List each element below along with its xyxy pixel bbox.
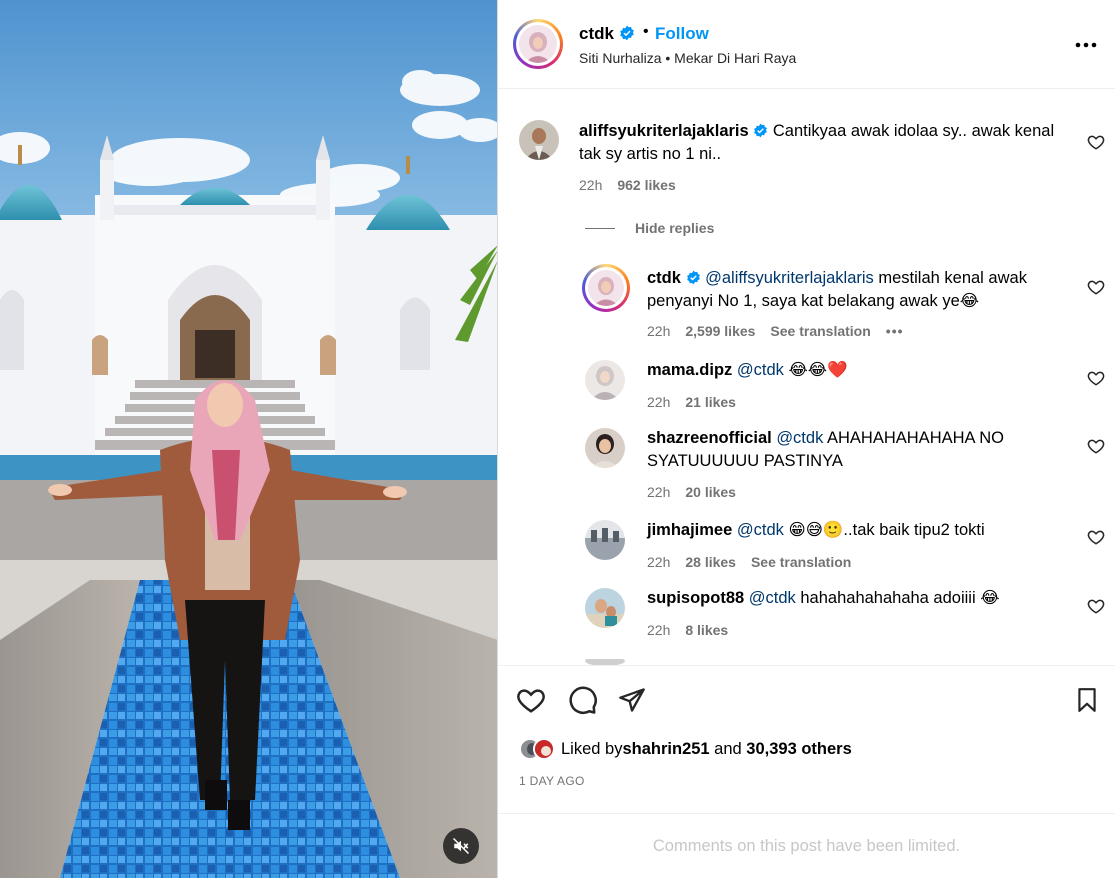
reply-mention[interactable]: @ctdk: [776, 429, 823, 447]
reply-time[interactable]: 22h: [647, 323, 670, 339]
reply-time[interactable]: 22h: [647, 484, 670, 500]
post-time[interactable]: 1 DAY AGO: [519, 774, 585, 788]
instagram-post: ctdk • Follow Siti Nurhaliza • Mekar Di …: [0, 0, 1115, 878]
comment-likes[interactable]: 962 likes: [617, 177, 675, 193]
see-translation-link[interactable]: See translation: [751, 554, 851, 570]
post-media[interactable]: [0, 0, 498, 878]
author-avatar[interactable]: [513, 19, 563, 69]
save-button[interactable]: [1071, 684, 1103, 716]
reply-username[interactable]: shazreenofficial: [647, 429, 772, 447]
comment-icon: [569, 686, 597, 715]
liked-by-prefix: Liked by: [561, 739, 623, 758]
more-options-button[interactable]: [1074, 33, 1098, 57]
reply-likes[interactable]: 8 likes: [685, 622, 728, 638]
liked-by-user[interactable]: shahrin251: [622, 740, 709, 759]
liked-by-and: and: [709, 739, 747, 758]
send-icon: [619, 688, 645, 712]
mute-button[interactable]: [443, 828, 479, 864]
commenter-avatar[interactable]: [585, 588, 625, 628]
verified-badge-icon: [686, 270, 700, 285]
speaker-muted-icon: [452, 837, 470, 855]
post-actions: Liked by shahrin251 and 30,393 others 1 …: [498, 665, 1115, 813]
comment-heart-icon[interactable]: [1087, 597, 1105, 615]
reply-text: 😁😅🙂..tak baik tipu2 tokti: [783, 521, 985, 539]
reply-likes[interactable]: 2,599 likes: [685, 323, 755, 339]
reply-mention[interactable]: @ctdk: [749, 589, 796, 607]
reply-time[interactable]: 22h: [647, 622, 670, 638]
reply-likes[interactable]: 28 likes: [685, 554, 736, 570]
commenter-avatar[interactable]: [585, 428, 625, 468]
commenter-avatar[interactable]: [582, 264, 630, 312]
reply-username[interactable]: supisopot88: [647, 589, 744, 607]
bookmark-icon: [1078, 688, 1096, 712]
reply-more-button[interactable]: •••: [886, 323, 904, 339]
reply-mention[interactable]: @ctdk: [737, 361, 784, 379]
reply-username[interactable]: ctdk: [647, 269, 681, 287]
commenter-avatar[interactable]: [585, 656, 625, 665]
reply-text: hahahahahahaha adoiiii 😂: [795, 589, 1000, 607]
post-sidebar: ctdk • Follow Siti Nurhaliza • Mekar Di …: [498, 0, 1115, 878]
heart-icon: [517, 689, 545, 713]
header-separator: •: [643, 23, 649, 40]
see-translation-link[interactable]: See translation: [770, 323, 870, 339]
reply-mention[interactable]: @ctdk: [737, 521, 784, 539]
reply-username[interactable]: mama.dipz: [647, 361, 732, 379]
comment-heart-icon[interactable]: [1087, 133, 1105, 151]
post-photo: [0, 0, 497, 878]
reply-time[interactable]: 22h: [647, 554, 670, 570]
verified-badge-icon: [754, 123, 768, 138]
like-button[interactable]: [515, 684, 547, 716]
hide-replies-label: Hide replies: [635, 220, 715, 236]
comments-limited-notice: Comments on this post have been limited.: [498, 813, 1115, 878]
commenter-avatar[interactable]: [519, 120, 559, 160]
comment-heart-icon[interactable]: [1087, 278, 1105, 296]
reply-mention[interactable]: @aliffsyukriterlajaklaris: [705, 269, 874, 287]
reply-username[interactable]: jimhajimee: [647, 521, 732, 539]
comment-username[interactable]: aliffsyukriterlajaklaris: [579, 122, 749, 140]
reply-likes[interactable]: 20 likes: [685, 484, 736, 500]
post-header: ctdk • Follow Siti Nurhaliza • Mekar Di …: [498, 0, 1115, 89]
comment-heart-icon[interactable]: [1087, 437, 1105, 455]
commenter-avatar[interactable]: [585, 360, 625, 400]
verified-badge-icon: [619, 25, 634, 41]
reply-likes[interactable]: 21 likes: [685, 394, 736, 410]
comments-list[interactable]: aliffsyukriterlajaklaris Cantikyaa awak …: [498, 90, 1115, 665]
reply-time[interactable]: 22h: [647, 394, 670, 410]
follow-button[interactable]: Follow: [655, 24, 709, 44]
author-name[interactable]: ctdk: [579, 24, 614, 43]
liked-by-summary: Liked by shahrin251 and 30,393 others: [519, 738, 852, 760]
hide-replies-button[interactable]: Hide replies: [585, 220, 714, 236]
comment-heart-icon[interactable]: [1087, 528, 1105, 546]
more-horizontal-icon: [1075, 42, 1097, 48]
comment-button[interactable]: [567, 684, 599, 716]
comment-heart-icon[interactable]: [1087, 369, 1105, 387]
audio-label[interactable]: Siti Nurhaliza • Mekar Di Hari Raya: [579, 50, 796, 66]
reply-text: 😂😂❤️: [783, 361, 848, 379]
author-username[interactable]: ctdk: [579, 24, 635, 44]
comment-time[interactable]: 22h: [579, 177, 602, 193]
liker-avatar[interactable]: [533, 738, 555, 760]
commenter-avatar[interactable]: [585, 520, 625, 560]
liked-by-others[interactable]: 30,393 others: [746, 740, 851, 759]
replies-divider: [585, 227, 615, 229]
share-button[interactable]: [616, 684, 648, 716]
